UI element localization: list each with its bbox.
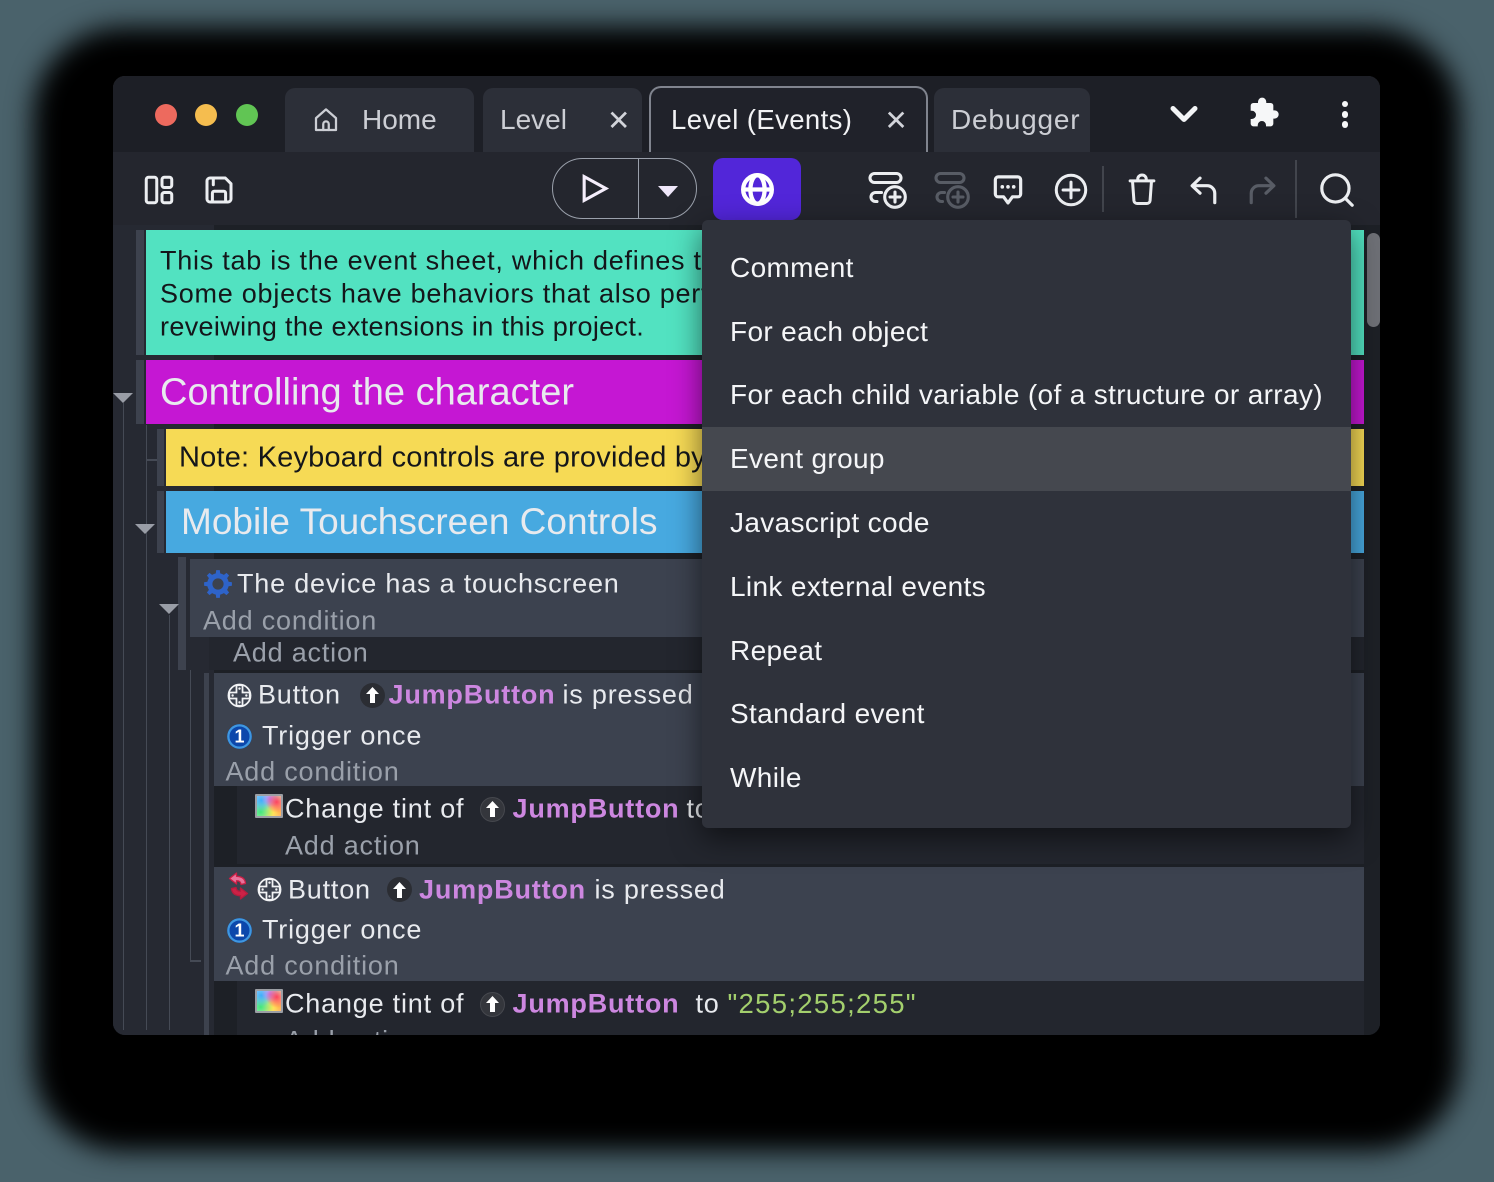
svg-text:1: 1 (234, 726, 244, 746)
svg-text:1: 1 (234, 921, 244, 941)
